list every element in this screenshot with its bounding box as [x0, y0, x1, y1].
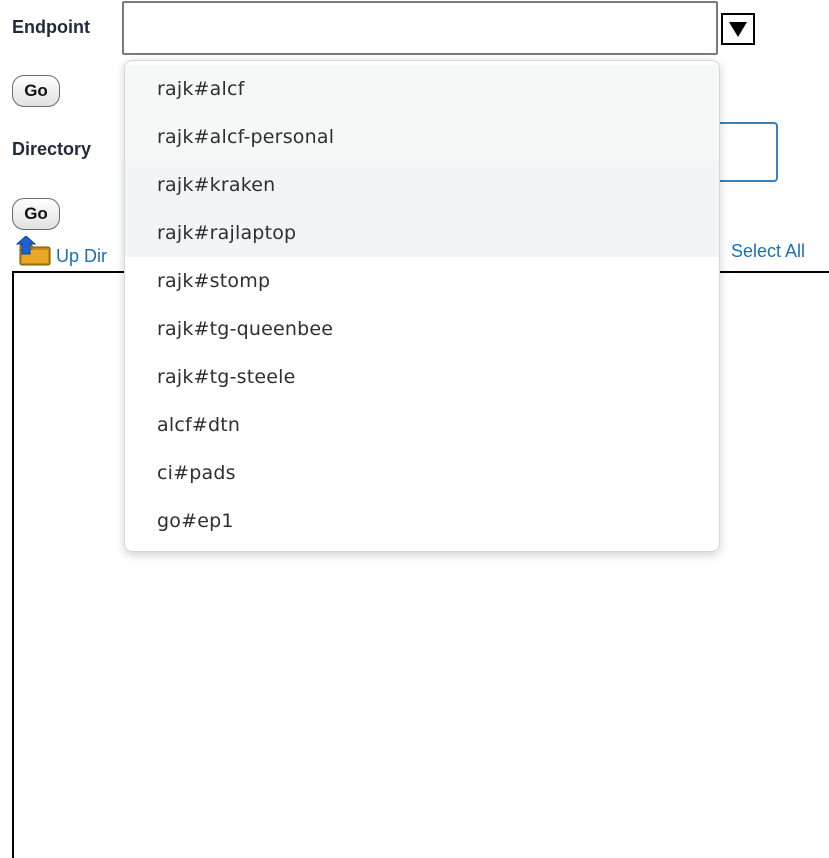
endpoint-option[interactable]: rajk#rajlaptop [125, 209, 719, 257]
directory-go-button[interactable]: Go [12, 198, 60, 230]
endpoint-option[interactable]: rajk#stomp [125, 257, 719, 305]
dropdown-arrow-button[interactable] [721, 13, 755, 45]
endpoint-option[interactable]: go#ep1 [125, 497, 719, 545]
transfer-form: Endpoint Go Directory Go Up Dir Select A… [0, 0, 829, 858]
endpoint-input[interactable] [122, 1, 718, 55]
endpoint-option[interactable]: rajk#tg-steele [125, 353, 719, 401]
folder-up-arrow-icon [16, 236, 51, 266]
up-directory-link[interactable]: Up Dir [16, 236, 107, 266]
endpoint-option[interactable]: rajk#kraken [125, 161, 719, 209]
endpoint-option[interactable]: rajk#tg-queenbee [125, 305, 719, 353]
endpoint-option[interactable]: rajk#alcf [125, 65, 719, 113]
endpoint-option[interactable]: rajk#alcf-personal [125, 113, 719, 161]
endpoint-go-button[interactable]: Go [12, 75, 60, 107]
directory-label: Directory [12, 139, 92, 159]
select-all-link[interactable]: Select All [731, 241, 805, 262]
endpoint-option[interactable]: alcf#dtn [125, 401, 719, 449]
endpoint-dropdown-menu[interactable]: rajk#alcf rajk#alcf-personal rajk#kraken… [124, 60, 720, 552]
endpoint-option[interactable]: ci#pads [125, 449, 719, 497]
endpoint-label: Endpoint [12, 17, 90, 37]
up-directory-label: Up Dir [56, 246, 108, 266]
